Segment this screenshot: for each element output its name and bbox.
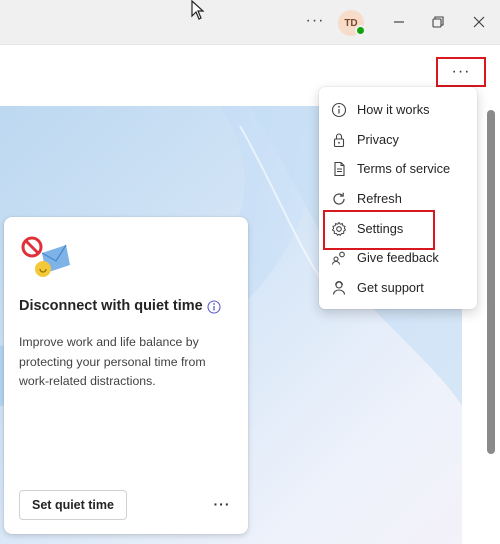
menu-item-privacy[interactable]: Privacy [319, 126, 477, 154]
menu-item-label: Refresh [357, 191, 402, 206]
feedback-icon [331, 251, 345, 265]
quiet-time-card: Disconnect with quiet time Improve work … [4, 217, 248, 534]
mouse-cursor-icon [191, 0, 205, 20]
restore-icon[interactable] [427, 11, 449, 33]
card-description: Improve work and life balance by protect… [19, 335, 206, 388]
menu-item-refresh[interactable]: Refresh [319, 185, 477, 213]
menu-item-get-support[interactable]: Get support [319, 274, 477, 302]
settings-highlight-box [323, 210, 435, 250]
menu-item-terms-of-service[interactable]: Terms of service [319, 155, 477, 183]
title-bar [0, 0, 500, 44]
menu-item-label: Get support [357, 280, 424, 295]
titlebar-more-button[interactable]: ··· [304, 10, 326, 32]
card-title: Disconnect with quiet time [19, 298, 203, 314]
info-icon[interactable] [207, 300, 221, 314]
support-icon [332, 281, 346, 295]
presence-status-icon [355, 25, 366, 36]
menu-item-label: Give feedback [357, 250, 439, 265]
menu-item-label: Privacy [357, 132, 399, 147]
document-icon [334, 161, 345, 177]
overflow-menu: How it works Privacy Terms of service Re… [319, 87, 477, 309]
scrollbar-thumb[interactable] [487, 110, 495, 454]
refresh-icon [333, 192, 345, 205]
info-icon [331, 102, 347, 118]
header-more-button[interactable]: ··· [436, 57, 486, 87]
minimize-icon[interactable] [388, 11, 410, 33]
menu-item-how-it-works[interactable]: How it works [319, 96, 477, 124]
close-icon[interactable] [468, 11, 490, 33]
card-more-button[interactable]: ··· [210, 496, 234, 514]
lock-icon [333, 133, 345, 148]
menu-item-label: How it works [357, 102, 430, 117]
menu-item-label: Terms of service [357, 161, 451, 176]
set-quiet-time-button[interactable]: Set quiet time [19, 490, 127, 520]
quiet-time-illustration-icon [21, 236, 70, 277]
